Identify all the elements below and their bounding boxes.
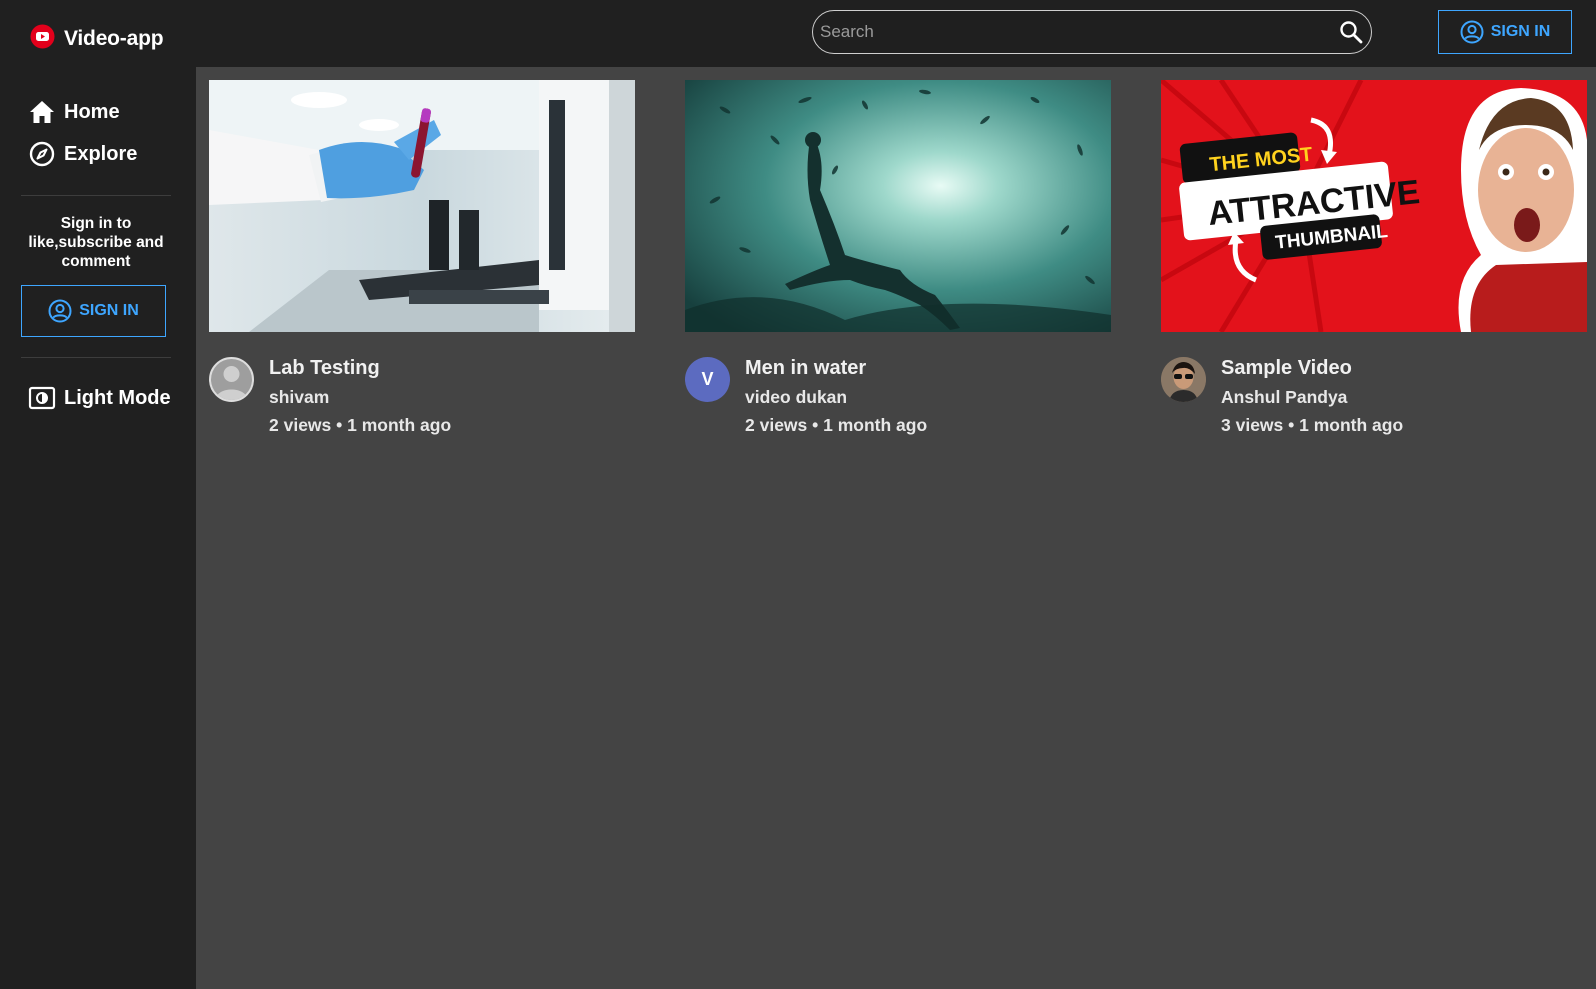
avatar-letter: V (701, 369, 714, 389)
channel-avatar[interactable] (209, 357, 254, 402)
video-grid: Lab Testing shivam 2 views • 1 month ago (196, 67, 1596, 989)
topbar: SIGN IN (196, 0, 1596, 67)
video-title[interactable]: Men in water (745, 357, 866, 380)
signin-hint: Sign in to like,subscribe and comment (28, 215, 164, 270)
compass-icon (28, 140, 56, 168)
video-thumbnail[interactable]: THE MOST ATTRACTIVE THUMBNAIL (1161, 80, 1587, 332)
video-title[interactable]: Sample Video (1221, 357, 1352, 380)
video-card[interactable]: V Men in water video dukan 2 views • 1 m… (685, 80, 1111, 447)
search-input[interactable] (813, 21, 1331, 43)
search-icon[interactable] (1331, 20, 1371, 44)
sidebar-signin-button[interactable]: SIGN IN (21, 285, 166, 337)
channel-avatar[interactable] (1161, 357, 1206, 402)
sidebar-item-label: Home (64, 100, 120, 123)
sidebar-divider (21, 357, 171, 358)
sidebar-item-label: Explore (64, 142, 138, 165)
upload-age: 1 month ago (1299, 415, 1404, 435)
channel-name[interactable]: video dukan (745, 387, 847, 408)
video-meta: V Men in water video dukan 2 views • 1 m… (685, 357, 1111, 447)
video-card[interactable]: Lab Testing shivam 2 views • 1 month ago (209, 80, 635, 447)
video-stats: 2 views • 1 month ago (269, 415, 452, 435)
view-count: 2 views (269, 415, 332, 435)
search-bar (812, 10, 1372, 54)
account-circle-icon (1460, 20, 1484, 44)
account-circle-icon (48, 299, 72, 323)
signin-label: SIGN IN (1490, 23, 1551, 40)
sidebar-item-explore[interactable]: Explore (28, 140, 137, 168)
channel-name[interactable]: shivam (269, 387, 329, 408)
photo-avatar (1161, 357, 1206, 402)
home-icon (28, 98, 56, 126)
sidebar: Video-app Home Explore Sign in to like,s… (0, 0, 196, 989)
channel-avatar[interactable]: V (685, 357, 730, 402)
video-meta: Sample Video Anshul Pandya 3 views • 1 m… (1161, 357, 1587, 447)
upload-age: 1 month ago (823, 415, 928, 435)
default-avatar-icon (211, 359, 252, 400)
video-thumbnail[interactable] (685, 80, 1111, 332)
brightness-icon (28, 384, 56, 412)
view-count: 2 views (745, 415, 808, 435)
play-logo-icon (30, 24, 55, 54)
video-stats: 3 views • 1 month ago (1221, 415, 1404, 435)
light-mode-toggle[interactable]: Light Mode (28, 384, 171, 412)
light-mode-label: Light Mode (64, 386, 171, 409)
app-name: Video-app (64, 27, 164, 50)
video-card[interactable]: THE MOST ATTRACTIVE THUMBNAIL Sample Vid… (1161, 80, 1587, 447)
sidebar-item-home[interactable]: Home (28, 98, 120, 126)
channel-name[interactable]: Anshul Pandya (1221, 387, 1347, 408)
video-thumbnail[interactable] (209, 80, 635, 332)
video-meta: Lab Testing shivam 2 views • 1 month ago (209, 357, 635, 447)
video-title[interactable]: Lab Testing (269, 357, 380, 380)
header-signin-button[interactable]: SIGN IN (1438, 10, 1572, 54)
app-logo[interactable]: Video-app (30, 24, 164, 54)
video-stats: 2 views • 1 month ago (745, 415, 928, 435)
view-count: 3 views (1221, 415, 1284, 435)
sidebar-divider (21, 195, 171, 196)
upload-age: 1 month ago (347, 415, 452, 435)
signin-label: SIGN IN (79, 302, 139, 319)
